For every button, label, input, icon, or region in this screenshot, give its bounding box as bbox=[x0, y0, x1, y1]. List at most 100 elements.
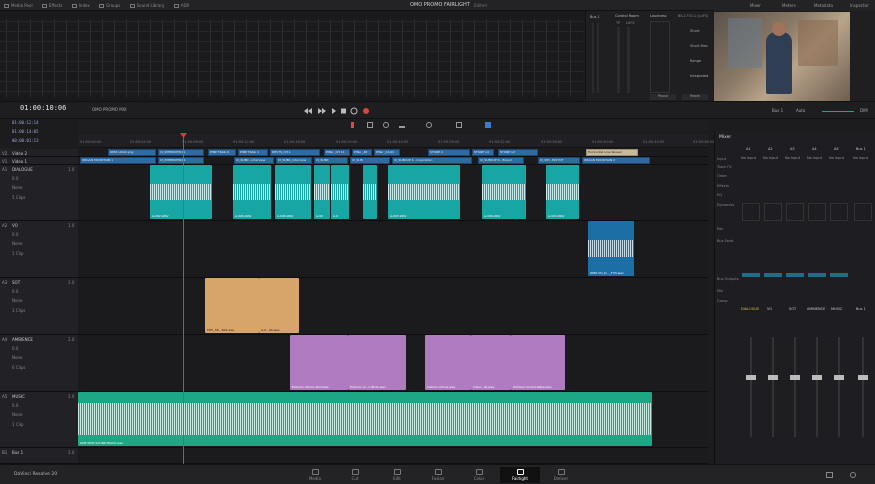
audio-clip[interactable]: A-00 bbox=[314, 165, 330, 219]
effects-button[interactable]: Effects bbox=[38, 0, 67, 11]
audio-clip[interactable]: A-003.WAV bbox=[388, 165, 460, 219]
video-clip[interactable]: CI_INT...EW.TOT bbox=[538, 157, 580, 164]
page-cut[interactable]: Cut bbox=[335, 467, 375, 483]
playhead[interactable] bbox=[183, 134, 184, 464]
fader-handle[interactable] bbox=[858, 375, 868, 380]
audio-clip[interactable] bbox=[363, 165, 377, 219]
track-header-a3[interactable]: A3 SOT 2.0 0.0 None 3 Clips bbox=[0, 278, 78, 335]
bus-output[interactable] bbox=[830, 273, 848, 277]
video-clip[interactable]: CI_SUBC_interview bbox=[276, 157, 312, 164]
adr-button[interactable]: ADR bbox=[170, 0, 194, 11]
audio-clip[interactable]: A-004.WAV bbox=[546, 165, 579, 219]
audio-clip[interactable]: A-0...04.wav bbox=[259, 278, 299, 333]
mixer-toggle[interactable]: Mixer bbox=[750, 0, 761, 11]
fader-handle[interactable] bbox=[768, 375, 778, 380]
range-tool-icon[interactable] bbox=[367, 122, 373, 128]
page-fusion[interactable]: Fusion bbox=[418, 467, 458, 483]
dynamics-graph[interactable] bbox=[742, 203, 760, 221]
track-a5-mode[interactable]: None bbox=[12, 412, 22, 417]
track-header-a4[interactable]: A4 AMBIENCE 2.0 0.0 None 6 Clips bbox=[0, 335, 78, 392]
page-media[interactable]: Media bbox=[295, 467, 335, 483]
audio-clip[interactable]: Exterior Ai...o Birds.wav bbox=[348, 335, 406, 390]
page-edit[interactable]: Edit bbox=[377, 467, 417, 483]
dynamics-graph[interactable] bbox=[786, 203, 804, 221]
selection-tool-icon[interactable] bbox=[351, 122, 356, 128]
marker-icon[interactable] bbox=[485, 122, 491, 128]
audio-clip[interactable]: A-0 bbox=[331, 165, 349, 219]
metadata-toggle[interactable]: Metadata bbox=[814, 0, 833, 11]
video-clip[interactable]: CI_SUBCUP 6 - Brand bbox=[478, 157, 524, 164]
track-a4-mode[interactable]: None bbox=[12, 355, 22, 360]
link-icon[interactable] bbox=[426, 122, 432, 128]
video-clip[interactable]: STORE 12 bbox=[498, 149, 538, 156]
video-clip[interactable]: PINA _CH 11 bbox=[324, 149, 350, 156]
video-clip[interactable]: CI_SUBC bbox=[314, 157, 348, 164]
audio-clip[interactable]: OMO VO_D..._TYD.wav bbox=[588, 221, 634, 276]
track-a2-mode[interactable]: None bbox=[12, 241, 22, 246]
audio-clip[interactable]: ONE MAN SOUNDTRACK.wav bbox=[78, 392, 652, 446]
track-a1-mode[interactable]: None bbox=[12, 185, 22, 190]
video-clip[interactable]: ORGAN MOUNTAIN 2 bbox=[582, 157, 650, 164]
home-icon[interactable] bbox=[826, 472, 833, 478]
video-clip[interactable]: PINE TRAIL K bbox=[208, 149, 236, 156]
video-clip[interactable]: ORGAN MOUNTAIN 1 bbox=[80, 157, 156, 164]
video-clip[interactable]: CI_SUB bbox=[350, 157, 390, 164]
track-header-a2[interactable]: A2 VO 1.0 0.0 None 1 Clip bbox=[0, 221, 78, 278]
track-a3-mode[interactable]: None bbox=[12, 298, 22, 303]
timeline-ruler[interactable]: 01:00:00:00 01:00:04:00 01:00:08:00 01:0… bbox=[78, 134, 714, 148]
video-clip[interactable]: STORE 2 bbox=[428, 149, 470, 156]
dynamics-graph[interactable] bbox=[764, 203, 782, 221]
dim-button[interactable]: DIM bbox=[860, 108, 868, 113]
track-header-a1[interactable]: A1 DIALOGUE 1.0 0.0 None 5 Clips bbox=[0, 165, 78, 221]
video-clip[interactable]: CI_INTERVIEW.S1 bbox=[158, 157, 204, 164]
fader-handle[interactable] bbox=[834, 375, 844, 380]
fader-handle[interactable] bbox=[812, 375, 822, 380]
video-viewer[interactable] bbox=[714, 12, 850, 102]
record-icon[interactable] bbox=[363, 108, 369, 114]
edit-tool-icon[interactable] bbox=[383, 122, 389, 128]
dynamics-graph[interactable] bbox=[854, 203, 872, 221]
bus-select[interactable]: Bus 1 bbox=[772, 108, 783, 113]
track-header-a5[interactable]: A5 MUSIC 2.0 0.0 None 1 Clip bbox=[0, 392, 78, 448]
audio-clip[interactable]: A-006.WAV bbox=[275, 165, 311, 219]
dynamics-graph[interactable] bbox=[830, 203, 848, 221]
automation-mode[interactable]: Auto bbox=[796, 108, 805, 113]
bus-output[interactable] bbox=[808, 273, 826, 277]
groups-button[interactable]: Groups bbox=[95, 0, 124, 11]
video-clip[interactable]: PINE TRAIL 1 bbox=[238, 149, 268, 156]
audio-clip[interactable]: A-006.WAV bbox=[233, 165, 271, 219]
stop-icon[interactable] bbox=[341, 108, 346, 114]
video-clip[interactable]: Horizontal Line Reveal bbox=[586, 149, 638, 156]
video-clip[interactable]: DEVTS_CH 1 bbox=[270, 149, 320, 156]
master-volume-slider[interactable] bbox=[822, 111, 854, 112]
video-clip[interactable]: PINA _CA.IN bbox=[374, 149, 400, 156]
bus-output[interactable] bbox=[764, 273, 782, 277]
audio-clip[interactable]: A-002.WAV bbox=[150, 165, 212, 219]
pause-button[interactable]: Pause bbox=[650, 94, 676, 100]
fast-forward-icon[interactable] bbox=[318, 108, 326, 114]
audio-clip[interactable]: Exterior Atmos Windows bbox=[290, 335, 348, 390]
audio-clip[interactable]: Interi...ds.wav bbox=[471, 335, 511, 390]
bus-output[interactable] bbox=[742, 273, 760, 277]
page-color[interactable]: Color bbox=[459, 467, 499, 483]
sound-library-button[interactable]: Sound Library bbox=[126, 0, 169, 11]
play-icon[interactable] bbox=[332, 108, 336, 114]
timeline-name[interactable]: OMO PROMO MIX bbox=[92, 107, 127, 112]
loop-icon[interactable] bbox=[350, 107, 358, 115]
media-pool-button[interactable]: Media Pool bbox=[0, 0, 37, 11]
page-fairlight[interactable]: Fairlight bbox=[500, 467, 540, 483]
track-header-v1[interactable]: V1 Video 1 bbox=[0, 157, 78, 165]
razor-tool-icon[interactable] bbox=[399, 122, 405, 128]
flag-icon[interactable] bbox=[456, 122, 462, 128]
video-clip[interactable]: CI_INTERVIEW.S1 bbox=[158, 149, 204, 156]
inspector-toggle[interactable]: Inspector bbox=[850, 0, 869, 11]
audio-clip[interactable]: PIKY_58...S04.wav bbox=[205, 278, 259, 333]
fader-handle[interactable] bbox=[746, 375, 756, 380]
video-clip[interactable]: STORE 14 bbox=[472, 149, 494, 156]
video-clip[interactable]: CI_SUBC...interview bbox=[234, 157, 274, 164]
index-button[interactable]: Index bbox=[68, 0, 94, 11]
track-header-v2[interactable]: V2 Video 2 bbox=[0, 149, 78, 157]
audio-clip[interactable]: Interior atmos.wav bbox=[425, 335, 471, 390]
video-clip[interactable]: CI_SUBCUP 4 - inspiration bbox=[392, 157, 472, 164]
bus-output[interactable] bbox=[786, 273, 804, 277]
